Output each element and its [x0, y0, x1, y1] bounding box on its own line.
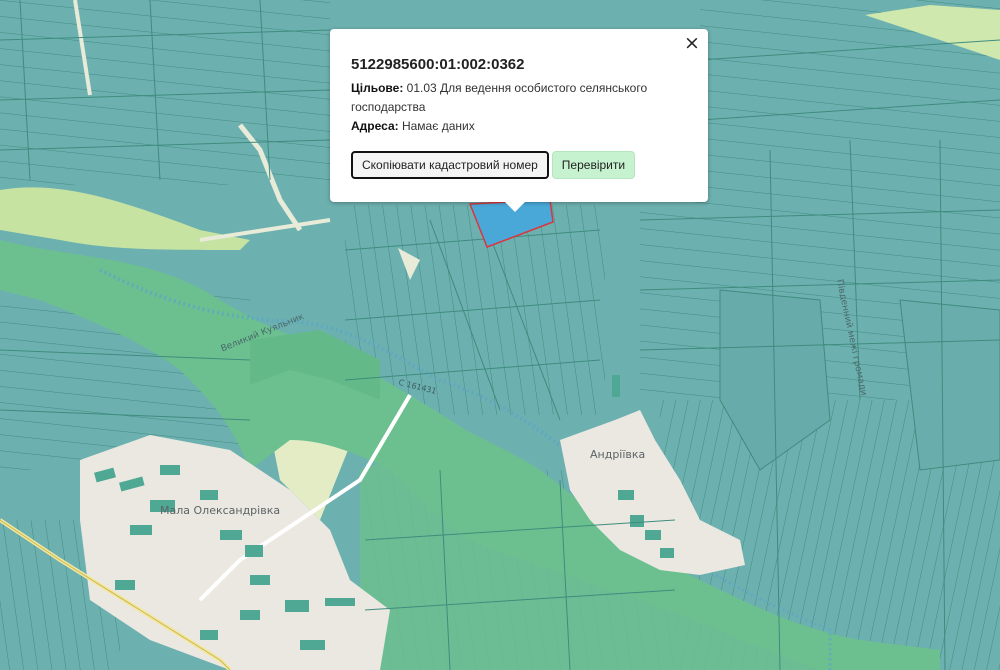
- check-button[interactable]: Перевірити: [551, 151, 636, 179]
- address-value: Намає даних: [401, 119, 475, 133]
- parcels-top-left[interactable]: [0, 0, 330, 185]
- address-row: Адреса: Намає даних: [351, 117, 688, 136]
- popup-actions: Скопіювати кадастровий номер Перевірити: [351, 151, 688, 179]
- address-label: Адреса:: [351, 119, 399, 133]
- purpose-label: Цільове:: [351, 81, 404, 95]
- copy-cadastral-number-button[interactable]: Скопіювати кадастровий номер: [351, 151, 549, 179]
- village-label-andriivka: Андріївка: [590, 448, 645, 461]
- parcel-info-popup: × 5122985600:01:002:0362 Цільове: 01.03 …: [330, 29, 708, 202]
- popup-pointer: [503, 200, 527, 212]
- village-label-mala-oleksandrivka: Мала Олександрівка: [160, 504, 280, 517]
- close-icon[interactable]: ×: [682, 33, 702, 53]
- purpose-row: Цільове: 01.03 Для ведення особистого се…: [351, 79, 688, 117]
- cadastral-number: 5122985600:01:002:0362: [351, 56, 525, 73]
